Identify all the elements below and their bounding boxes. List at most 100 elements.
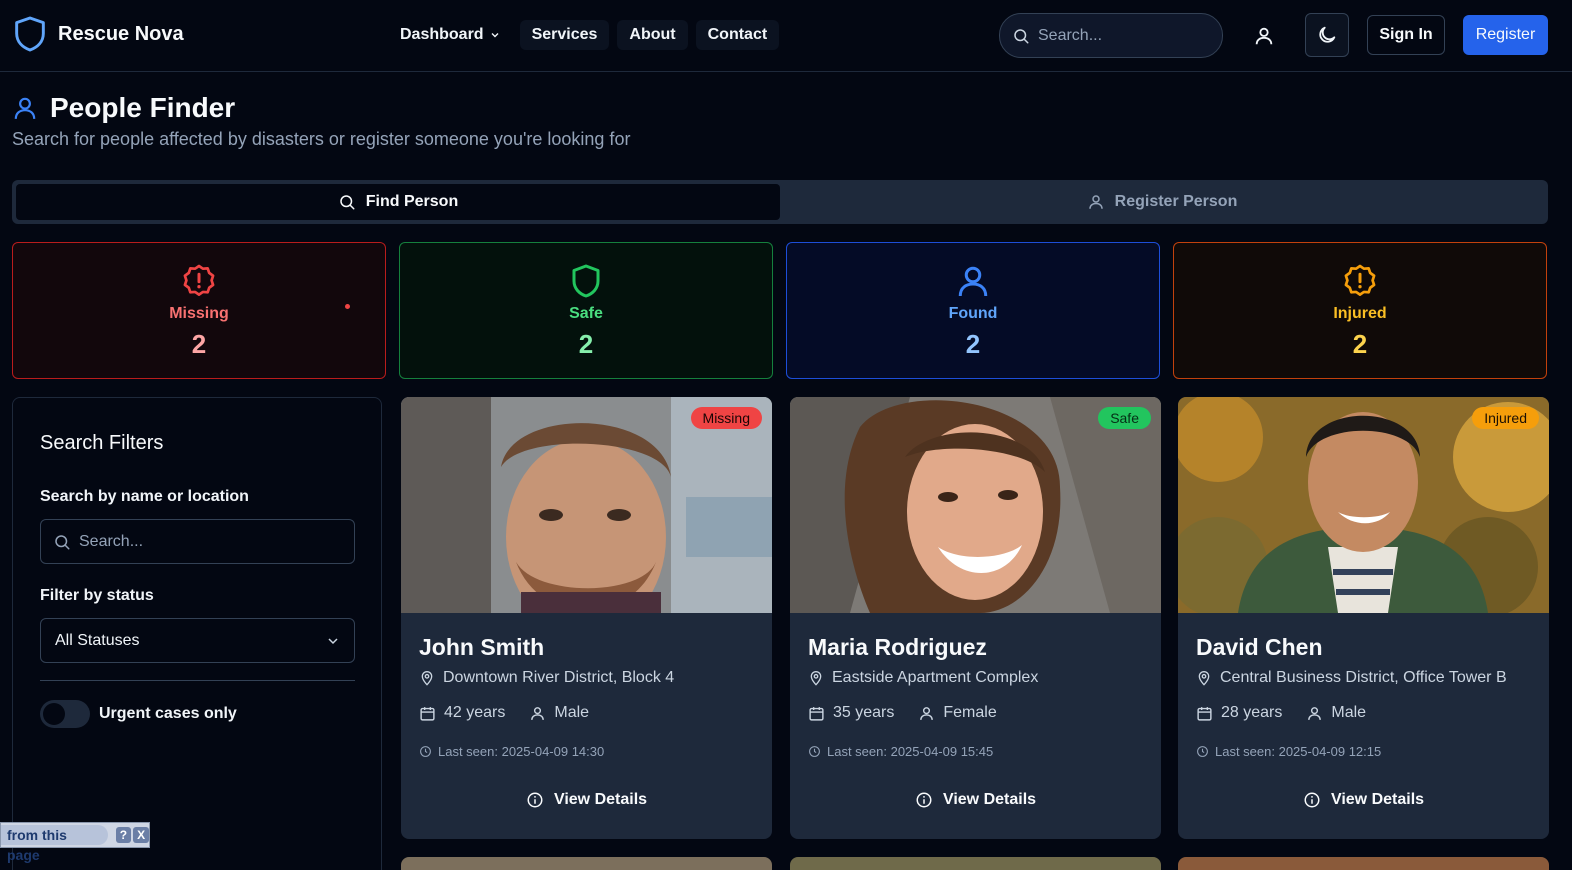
person-location-text: Downtown River District, Block 4: [443, 669, 675, 686]
helper-toolbar: from this page ? X: [0, 822, 150, 863]
person-card-peek: [790, 857, 1161, 870]
person-age: 28 years: [1221, 704, 1283, 721]
view-details-label: View Details: [942, 791, 1037, 808]
person-location: Eastside Apartment Complex: [808, 669, 1038, 687]
nav-dashboard[interactable]: Dashboard: [388, 20, 512, 50]
person-card: Safe Maria Rodriguez Eastside Apartment …: [790, 397, 1161, 839]
person-photo-image: [790, 397, 1161, 613]
alert-badge-icon: [183, 264, 215, 296]
stat-count: 2: [1352, 329, 1368, 359]
shield-icon: [15, 16, 45, 52]
close-button[interactable]: X: [133, 827, 149, 843]
register-button[interactable]: Register: [1463, 15, 1548, 55]
status-label: Filter by status: [40, 587, 154, 604]
shield-icon: [572, 264, 600, 298]
user-icon: [958, 266, 988, 297]
nav-services[interactable]: Services: [519, 20, 610, 50]
person-last-seen: Last seen: 2025-04-09 12:15: [1196, 744, 1381, 759]
filters-title: Search Filters: [40, 432, 164, 454]
view-details-button[interactable]: View Details: [790, 785, 1161, 815]
person-photo-image: [1178, 397, 1549, 613]
person-name: Maria Rodriguez: [808, 634, 987, 660]
user-account-button[interactable]: [1242, 14, 1286, 58]
sign-in-button[interactable]: Sign In: [1367, 15, 1445, 55]
person-gender: Male: [554, 704, 590, 721]
view-details-button[interactable]: View Details: [401, 785, 772, 815]
main-nav: Dashboard Services About Contact: [388, 20, 780, 50]
filter-search-field[interactable]: [40, 519, 355, 564]
nav-dashboard-label: Dashboard: [400, 26, 484, 43]
brand-logo-link[interactable]: Rescue Nova: [14, 16, 184, 52]
toggle-knob: [43, 703, 65, 725]
person-name: John Smith: [419, 634, 545, 660]
tab-register-person[interactable]: Register Person: [780, 184, 1544, 220]
person-age: 42 years: [444, 704, 506, 721]
stat-count: 2: [578, 329, 594, 359]
stat-card-found: Found 2: [786, 242, 1160, 379]
tab-find-person[interactable]: Find Person: [16, 184, 780, 220]
user-icon: [531, 706, 545, 720]
brand-name: Rescue Nova: [58, 22, 184, 45]
helper-text[interactable]: from this page: [1, 825, 108, 863]
person-location: Central Business District, Office Tower …: [1196, 669, 1507, 687]
person-card: Missing John Smith Downtown River Distri…: [401, 397, 772, 839]
stat-label: Injured: [1333, 305, 1387, 322]
nav-about[interactable]: About: [617, 20, 688, 50]
filter-divider: [40, 680, 355, 681]
stat-count: 2: [191, 329, 207, 359]
person-photo-image: [401, 397, 772, 613]
person-last-seen-text: Last seen: 2025-04-09 12:15: [1215, 744, 1382, 759]
tab-register-person-label: Register Person: [1114, 193, 1238, 210]
urgent-toggle-label: Urgent cases only: [99, 705, 237, 722]
pulse-indicator: [345, 304, 350, 309]
stat-label: Found: [948, 305, 998, 322]
stat-card-injured: Injured 2: [1173, 242, 1547, 379]
person-photo: Missing: [401, 397, 772, 613]
info-icon: [1304, 792, 1320, 808]
person-meta: 28 years Male: [1196, 704, 1366, 722]
person-last-seen: Last seen: 2025-04-09 14:30: [419, 744, 604, 759]
person-card-peek: [401, 857, 772, 870]
theme-toggle-button[interactable]: [1305, 13, 1349, 57]
search-label: Search by name or location: [40, 488, 249, 505]
user-icon: [1088, 195, 1103, 209]
page-title: People Finder: [12, 92, 235, 124]
map-pin-icon: [421, 671, 433, 686]
global-search-input[interactable]: [1038, 26, 1208, 45]
view-details-label: View Details: [1330, 791, 1425, 808]
calendar-icon: [809, 706, 824, 721]
view-details-label: View Details: [553, 791, 648, 808]
status-select-value: All Statuses: [55, 631, 140, 649]
urgent-toggle[interactable]: [40, 700, 90, 728]
person-card: Injured David Chen Central Business Dist…: [1178, 397, 1549, 839]
stat-card-safe: Safe 2: [399, 242, 773, 379]
user-icon: [920, 706, 934, 720]
person-gender: Male: [1331, 704, 1367, 721]
person-photo: Injured: [1178, 397, 1549, 613]
search-filters-panel: Search Filters Search by name or locatio…: [12, 397, 382, 870]
clock-icon: [420, 746, 431, 757]
person-last-seen: Last seen: 2025-04-09 15:45: [808, 744, 993, 759]
person-photo: Safe: [790, 397, 1161, 613]
view-details-button[interactable]: View Details: [1178, 785, 1549, 815]
person-name: David Chen: [1196, 634, 1323, 660]
user-icon: [1255, 27, 1273, 45]
search-icon: [1014, 28, 1029, 43]
calendar-icon: [1197, 706, 1212, 721]
status-badge: Missing: [690, 407, 762, 429]
nav-contact[interactable]: Contact: [695, 20, 780, 50]
global-search[interactable]: [999, 13, 1223, 58]
clock-icon: [1197, 746, 1208, 757]
calendar-icon: [420, 706, 435, 721]
page-subtitle: Search for people affected by disasters …: [12, 129, 631, 149]
person-age: 35 years: [833, 704, 895, 721]
info-icon: [527, 792, 543, 808]
filter-search-input[interactable]: [79, 532, 339, 551]
stat-label: Safe: [569, 305, 603, 322]
chevron-down-icon: [328, 637, 338, 644]
chevron-down-icon: [491, 33, 499, 38]
person-last-seen-text: Last seen: 2025-04-09 15:45: [827, 744, 994, 759]
status-select[interactable]: All Statuses: [40, 618, 355, 663]
map-pin-icon: [1198, 671, 1210, 686]
help-button[interactable]: ?: [115, 827, 132, 843]
